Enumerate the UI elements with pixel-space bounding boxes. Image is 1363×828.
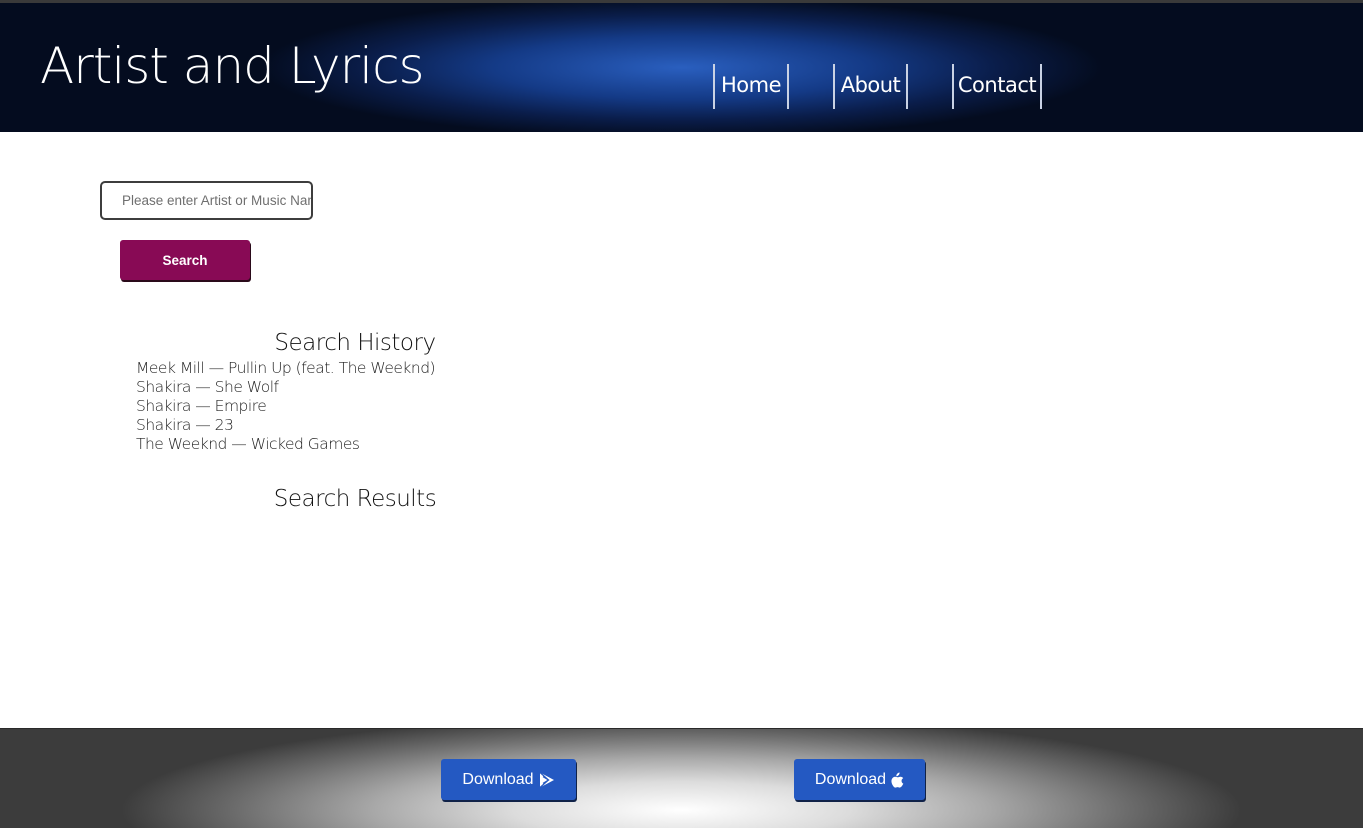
- nav-contact-link[interactable]: Contact: [952, 64, 1042, 109]
- download-android-button[interactable]: Download: [441, 759, 576, 800]
- download-apple-label: Download: [814, 770, 887, 788]
- download-apple-button[interactable]: Download: [794, 759, 925, 800]
- history-item[interactable]: Meek Mill — Pullin Up (feat. The Weeknd): [136, 359, 436, 378]
- nav-home-link[interactable]: Home: [713, 64, 789, 109]
- nav-about-link[interactable]: About: [833, 64, 908, 109]
- search-results-heading: Search Results: [273, 486, 437, 512]
- apple-icon: [891, 772, 904, 788]
- history-item[interactable]: Shakira — She Wolf: [136, 378, 435, 397]
- history-item[interactable]: Shakira — Empire: [136, 397, 435, 416]
- site-footer: [0, 728, 1363, 828]
- site-header: Artist and Lyrics Home About Contact: [0, 0, 1363, 132]
- search-history-heading: Search History: [274, 330, 436, 356]
- history-item[interactable]: Shakira — 23: [136, 416, 435, 435]
- site-title: Artist and Lyrics: [40, 37, 425, 95]
- search-input[interactable]: [100, 181, 313, 220]
- download-android-label: Download: [462, 770, 534, 788]
- play-store-icon: [539, 771, 555, 788]
- search-history-list: Meek Mill — Pullin Up (feat. The Weeknd)…: [136, 359, 436, 454]
- search-button[interactable]: Search: [120, 240, 250, 280]
- history-item[interactable]: The Weeknd — Wicked Games: [136, 435, 435, 454]
